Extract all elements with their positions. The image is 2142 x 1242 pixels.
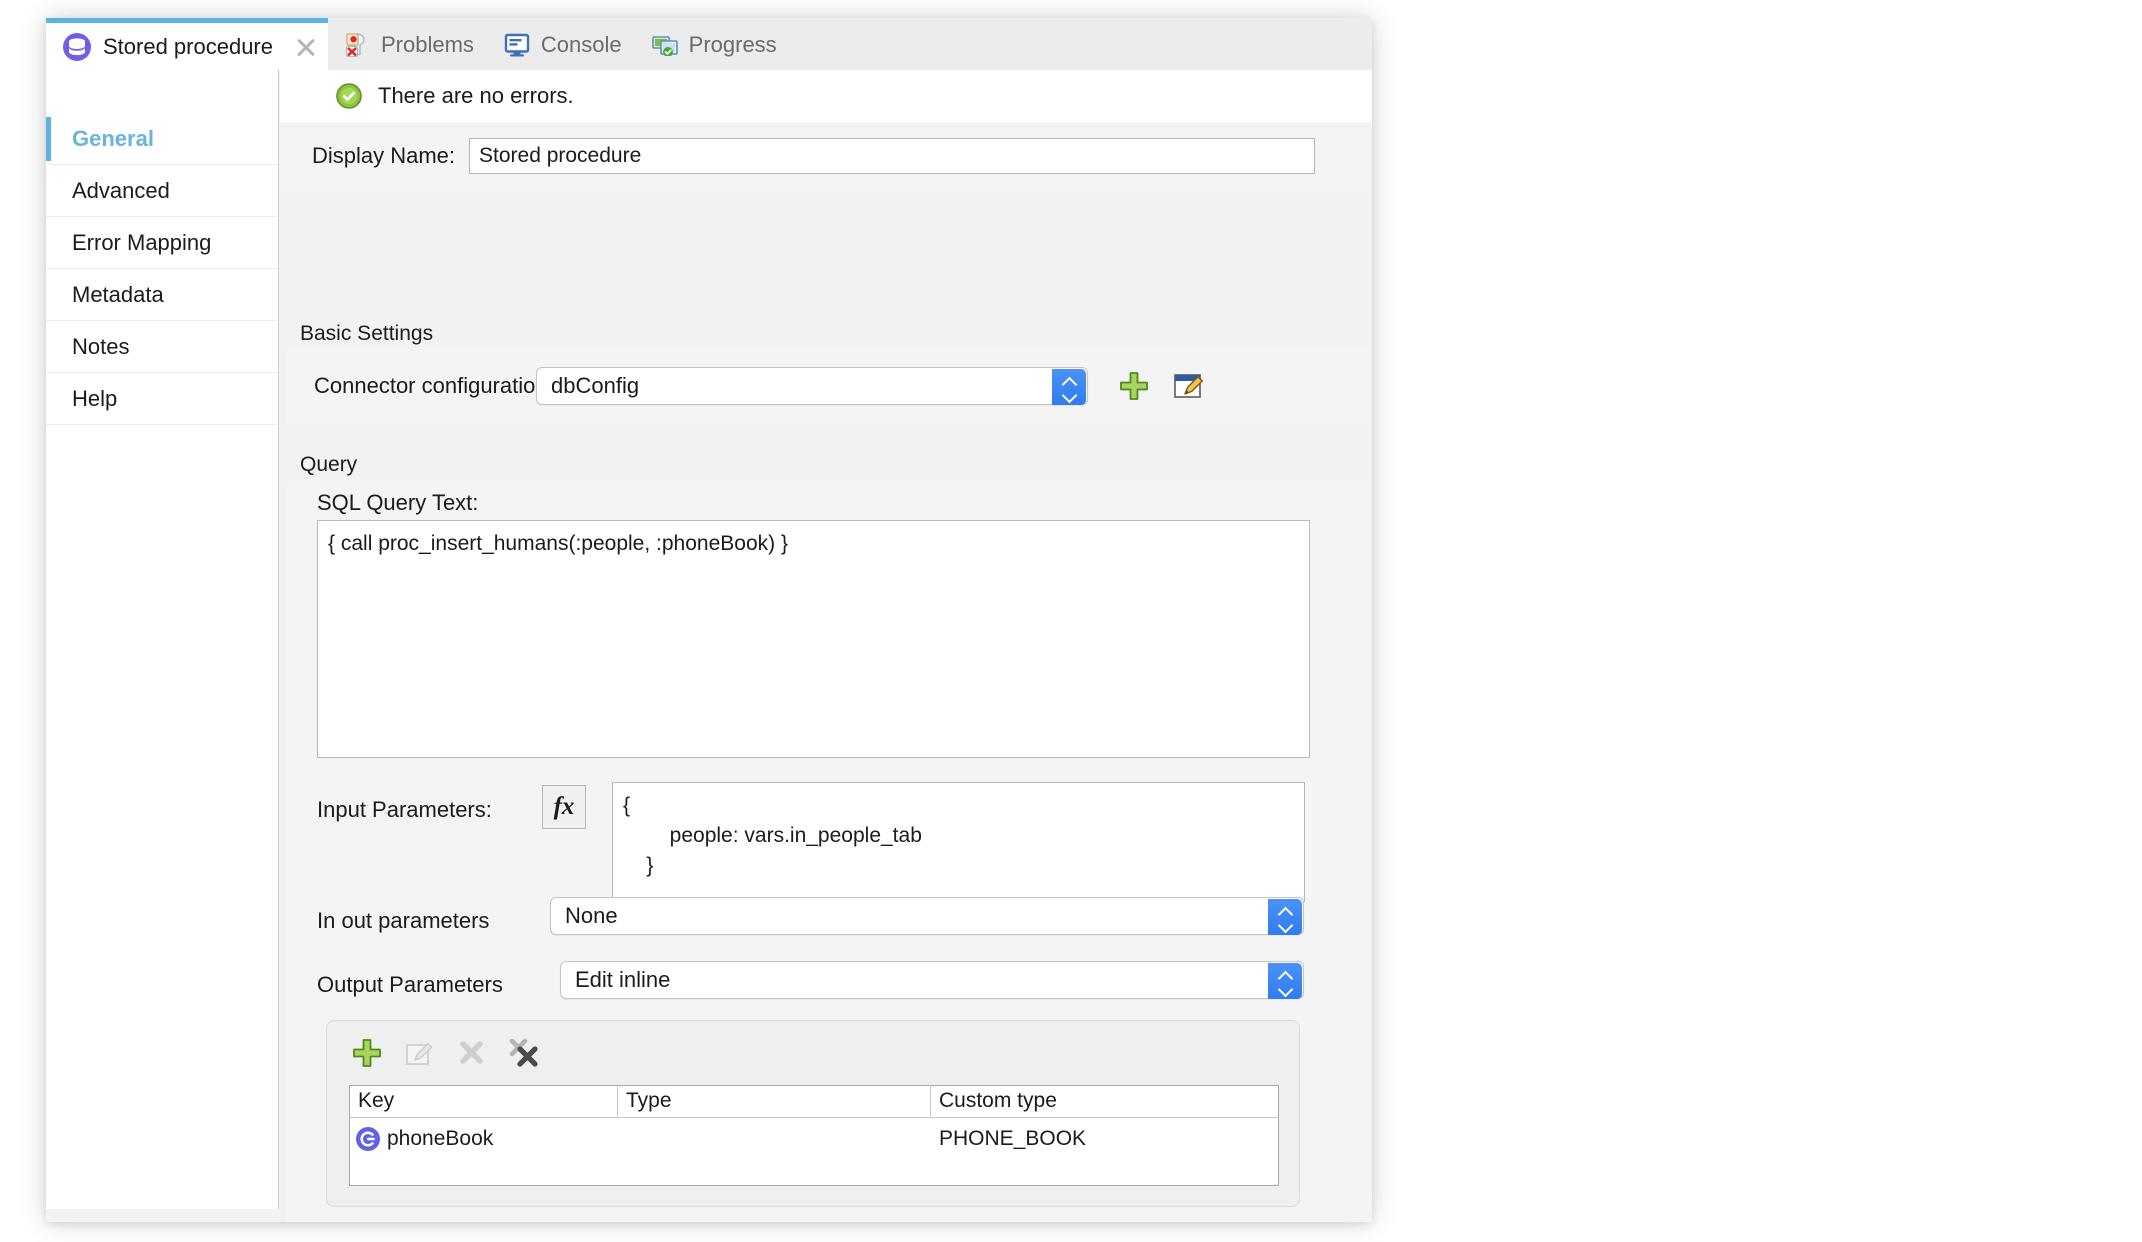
- sidebar-item-help[interactable]: Help: [46, 373, 278, 425]
- tab-label: Progress: [688, 32, 777, 57]
- close-icon[interactable]: [294, 35, 318, 59]
- screen: Stored procedure Problems Console Progre…: [0, 0, 2142, 1242]
- sidebar-item-advanced[interactable]: Advanced: [46, 165, 278, 217]
- edit-config-icon[interactable]: [1172, 370, 1204, 402]
- sidebar-item-metadata[interactable]: Metadata: [46, 269, 278, 321]
- chevron-down-icon: [1278, 919, 1293, 927]
- add-row-button[interactable]: [351, 1037, 385, 1071]
- progress-icon: [651, 34, 678, 57]
- sidebar-item-label: Notes: [72, 333, 130, 359]
- column-header-type[interactable]: Type: [618, 1086, 931, 1117]
- sidebar-item-notes[interactable]: Notes: [46, 321, 278, 373]
- basic-settings-group: Connector configuration: dbConfig: [286, 348, 1372, 424]
- tab-label: Console: [540, 32, 622, 57]
- tab-label: Problems: [381, 32, 474, 57]
- fx-button[interactable]: fx: [542, 785, 586, 829]
- sidebar-item-label: General: [72, 125, 154, 151]
- display-name-label: Display Name:: [311, 143, 455, 168]
- display-name-row: Display Name:: [280, 122, 1372, 190]
- chevron-up-icon: [1278, 908, 1293, 916]
- output-parameters-select[interactable]: Edit inline: [560, 961, 1304, 999]
- sidebar-item-label: Help: [72, 385, 118, 411]
- connector-configuration-label: Connector configuration:: [314, 373, 554, 398]
- sidebar-item-label: Error Mapping: [72, 229, 212, 255]
- stepper-icon[interactable]: [1268, 899, 1302, 935]
- table-row[interactable]: phoneBook PHONE_BOOK: [350, 1118, 1278, 1160]
- query-group: SQL Query Text: { call proc_insert_human…: [286, 479, 1372, 1222]
- connector-configuration-select[interactable]: dbConfig: [536, 367, 1088, 405]
- sql-query-text-label: SQL Query Text:: [317, 490, 479, 515]
- delete-row-button[interactable]: [455, 1037, 489, 1071]
- editor-body: General Advanced Error Mapping Metadata …: [46, 70, 1372, 1222]
- fx-label: fx: [553, 793, 575, 820]
- input-parameters-label: Input Parameters:: [317, 797, 492, 822]
- cell-custom-type: PHONE_BOOK: [939, 1127, 1087, 1150]
- query-label: Query: [300, 453, 358, 476]
- sidebar-item-label: Metadata: [72, 281, 164, 307]
- tab-problems[interactable]: Problems: [328, 20, 488, 70]
- success-check-icon: [336, 83, 362, 109]
- problems-icon: [344, 32, 370, 58]
- tab-label: Stored procedure: [103, 33, 273, 59]
- tab-console[interactable]: Console: [488, 20, 636, 70]
- settings-content: There are no errors. Display Name: Basic…: [280, 70, 1372, 1222]
- tab-progress[interactable]: Progress: [636, 20, 791, 70]
- console-icon: [504, 33, 530, 57]
- sidebar-item-error-mapping[interactable]: Error Mapping: [46, 217, 278, 269]
- in-out-parameters-select[interactable]: None: [550, 897, 1304, 935]
- in-out-parameters-value: None: [565, 903, 618, 928]
- connector-configuration-value: dbConfig: [551, 373, 640, 398]
- in-out-parameters-label: In out parameters: [317, 908, 490, 933]
- chevron-down-icon: [1062, 389, 1077, 397]
- plus-icon[interactable]: [1118, 370, 1150, 402]
- tab-bar: Stored procedure Problems Console Progre…: [46, 18, 1372, 70]
- output-parameters-table: Key Type Custom type phoneBook PHONE_BOO…: [349, 1085, 1279, 1186]
- stepper-icon[interactable]: [1268, 963, 1302, 999]
- status-text: There are no errors.: [378, 83, 574, 108]
- sidebar-item-label: Advanced: [72, 177, 170, 203]
- chevron-up-icon: [1062, 378, 1077, 386]
- output-parameters-panel: Key Type Custom type phoneBook PHONE_BOO…: [326, 1020, 1300, 1207]
- delete-all-rows-button[interactable]: [507, 1037, 541, 1071]
- input-parameters-input[interactable]: { people: vars.in_people_tab }: [612, 782, 1305, 902]
- validation-status: There are no errors.: [280, 70, 1372, 122]
- output-parameters-toolbar: [351, 1037, 541, 1071]
- tab-stored-procedure[interactable]: Stored procedure: [46, 18, 328, 70]
- chevron-down-icon: [1278, 983, 1293, 991]
- column-header-key[interactable]: Key: [350, 1086, 618, 1117]
- cell-key-text: phoneBook: [387, 1127, 494, 1150]
- basic-settings-label: Basic Settings: [300, 322, 434, 345]
- sql-query-text-input[interactable]: { call proc_insert_humans(:people, :phon…: [317, 520, 1310, 758]
- chevron-up-icon: [1278, 972, 1293, 980]
- key-param-icon: [356, 1127, 380, 1151]
- display-name-input[interactable]: [469, 138, 1315, 174]
- sidebar-item-general[interactable]: General: [46, 113, 278, 165]
- output-parameters-label: Output Parameters: [317, 972, 503, 997]
- database-icon: [62, 32, 92, 62]
- output-parameters-value: Edit inline: [575, 967, 671, 992]
- cell-key: phoneBook: [350, 1118, 618, 1160]
- settings-sidebar: General Advanced Error Mapping Metadata …: [46, 70, 279, 1209]
- table-header: Key Type Custom type: [350, 1086, 1278, 1118]
- cell-type: [618, 1118, 931, 1160]
- stepper-icon[interactable]: [1052, 369, 1086, 405]
- column-header-custom-type[interactable]: Custom type: [931, 1086, 1278, 1117]
- editor-window: Stored procedure Problems Console Progre…: [46, 18, 1372, 1222]
- edit-row-button[interactable]: [403, 1037, 437, 1071]
